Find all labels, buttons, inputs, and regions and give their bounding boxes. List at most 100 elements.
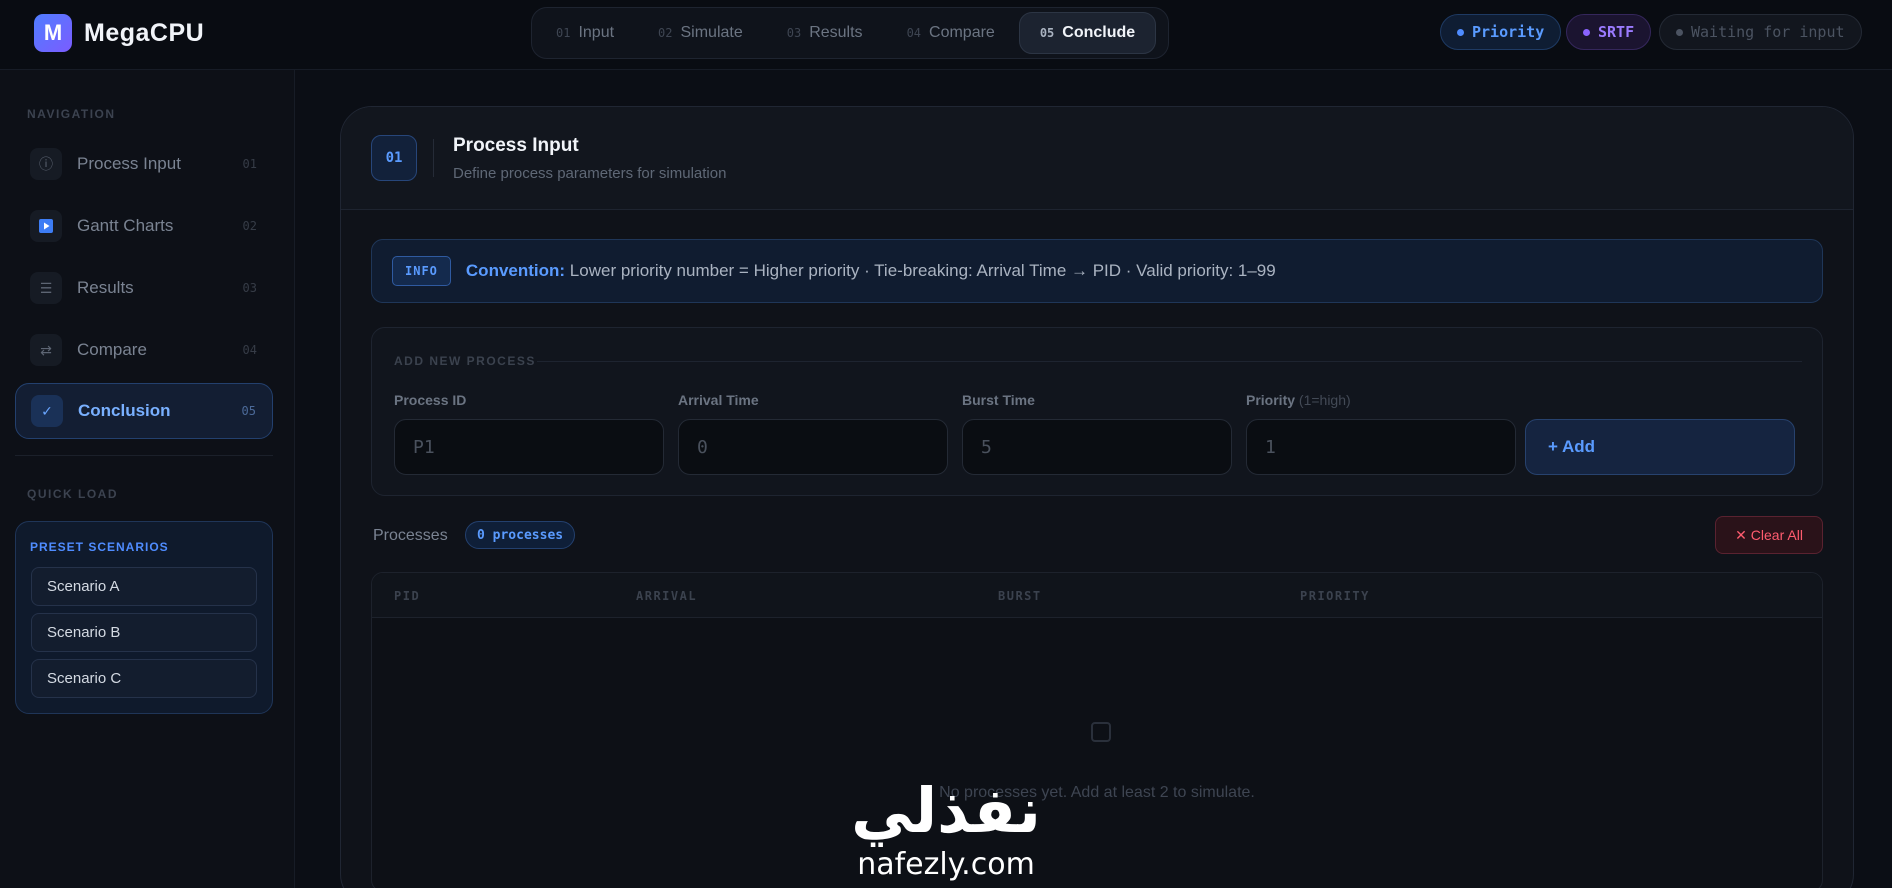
info-body: Lower priority number = Higher priority … [569,261,1276,280]
column-header-arrival: ARRIVAL [636,589,698,603]
tab-input[interactable]: 01 Input [536,12,634,54]
sidebar-item-number: 04 [242,343,257,357]
process-input-card: 01 Process Input Define process paramete… [340,106,1854,888]
brand-name: MegaCPU [84,18,205,47]
sidebar-divider [15,455,273,456]
step-badge: 01 [371,135,417,181]
tab-label: Input [578,24,615,41]
sidebar-item-number: 01 [242,157,257,171]
watermark: نفذلي nafezly.com [836,778,1056,882]
process-id-label: Process ID [394,392,466,408]
header-divider [433,139,434,177]
process-table: PID ARRIVAL BURST PRIORITY No processes … [371,572,1823,888]
processes-count-badge: 0 processes [465,521,576,549]
preset-scenario-c-button[interactable]: Scenario C [31,659,257,698]
column-header-pid: PID [394,589,421,603]
sidebar-item-compare[interactable]: ⇄ Compare 04 [15,322,273,378]
clear-all-label: Clear All [1750,527,1803,543]
sidebar-item-label: Results [77,278,134,297]
empty-state-icon [1091,722,1111,742]
preset-scenario-a-button[interactable]: Scenario A [31,567,257,606]
burst-time-label: Burst Time [962,392,1035,408]
sidebar-item-number: 05 [241,404,256,418]
watermark-arabic: نفذلي [851,774,1041,847]
check-icon: ✓ [31,395,63,427]
page-subtitle: Define process parameters for simulation [453,165,727,182]
tab-number: 02 [658,26,673,40]
priority-label: Priority (1=high) [1246,392,1351,408]
empty-state-text: No processes yet. Add at least 2 to simu… [939,784,1255,801]
step-tabs: 01 Input 02 Simulate 03 Results 04 Compa… [531,7,1169,59]
info-text: Convention: Lower priority number = High… [466,261,1276,281]
page-title: Process Input [453,135,579,156]
tab-number: 03 [786,26,802,40]
watermark-url: nafezly.com [857,847,1035,882]
preset-title: PRESET SCENARIOS [30,540,169,554]
process-id-input[interactable] [394,419,664,475]
add-process-form: ADD NEW PROCESS Process ID Arrival Time … [371,327,1823,496]
label-text: Process ID [394,392,467,408]
sidebar-item-number: 03 [242,281,257,295]
table-header: PID ARRIVAL BURST PRIORITY [372,573,1822,618]
brand-logo: M [34,14,72,52]
sidebar-item-conclusion[interactable]: ✓ Conclusion 05 [15,383,273,439]
badge-label: Priority [1472,23,1545,41]
sidebar-item-process-input[interactable]: ⓘ Process Input 01 [15,136,273,192]
tab-number: 01 [556,26,571,40]
sidebar-item-gantt-charts[interactable]: Gantt Charts 02 [15,198,273,254]
tab-results[interactable]: 03 Results [767,12,883,54]
preset-scenarios-panel: PRESET SCENARIOS Scenario A Scenario B S… [15,521,273,714]
close-icon: ✕ [1735,526,1747,543]
heading-rule [537,361,1802,362]
burst-time-input[interactable] [962,419,1232,475]
convention-info-banner: INFO Convention: Lower priority number =… [371,239,1823,303]
status-dot-icon [1583,28,1590,36]
tab-label: Conclude [1062,24,1136,41]
play-icon [30,210,62,242]
info-label: Convention: [465,261,566,280]
priority-input[interactable] [1246,419,1516,475]
tab-compare[interactable]: 04 Compare [887,12,1015,54]
tab-number: 04 [906,26,922,40]
add-process-heading: ADD NEW PROCESS [394,354,536,368]
arrival-time-input[interactable] [678,419,948,475]
card-header: 01 Process Input Define process paramete… [341,107,1853,210]
info-tag: INFO [392,256,451,286]
tab-label: Compare [929,24,995,41]
sidebar-item-results[interactable]: ☰ Results 03 [15,260,273,316]
status-dot-icon [1457,28,1464,36]
sidebar-item-label: Gantt Charts [77,216,174,235]
label-text: Arrival Time [678,392,759,408]
arrival-time-label: Arrival Time [678,392,759,408]
list-icon: ☰ [30,272,62,304]
preset-scenario-b-button[interactable]: Scenario B [31,613,257,652]
info-icon: ⓘ [30,148,62,180]
algorithm-priority-badge: Priority [1440,14,1562,50]
tab-simulate[interactable]: 02 Simulate [638,12,763,54]
add-process-button[interactable]: + Add [1525,419,1795,475]
swap-icon: ⇄ [30,334,62,366]
label-text: Burst Time [962,392,1035,408]
tab-conclude[interactable]: 05 Conclude [1018,12,1157,54]
tab-number: 05 [1039,26,1055,40]
processes-label: Processes [373,527,448,544]
tab-label: Results [809,24,863,41]
status-label: Waiting for input [1691,23,1845,41]
clear-all-button[interactable]: ✕ Clear All [1715,516,1823,554]
quick-load-heading: QUICK LOAD [27,487,118,501]
brand[interactable]: M MegaCPU [34,14,204,52]
sidebar-item-label: Compare [77,340,147,359]
sidebar: NAVIGATION ⓘ Process Input 01 Gantt Char… [0,70,295,888]
status-dot-icon [1676,28,1683,36]
badge-label: SRTF [1598,23,1635,41]
status-badge: Waiting for input [1659,14,1862,50]
algorithm-srtf-badge: SRTF [1566,14,1652,50]
navigation-heading: NAVIGATION [27,107,116,121]
column-header-priority: PRIORITY [1300,589,1370,603]
sidebar-item-label: Conclusion [78,401,171,420]
top-bar: M MegaCPU 01 Input 02 Simulate 03 Result… [0,0,1892,70]
sidebar-item-label: Process Input [77,154,181,173]
tab-label: Simulate [680,24,743,41]
priority-hint: (1=high) [1298,392,1351,408]
column-header-burst: BURST [998,589,1042,603]
